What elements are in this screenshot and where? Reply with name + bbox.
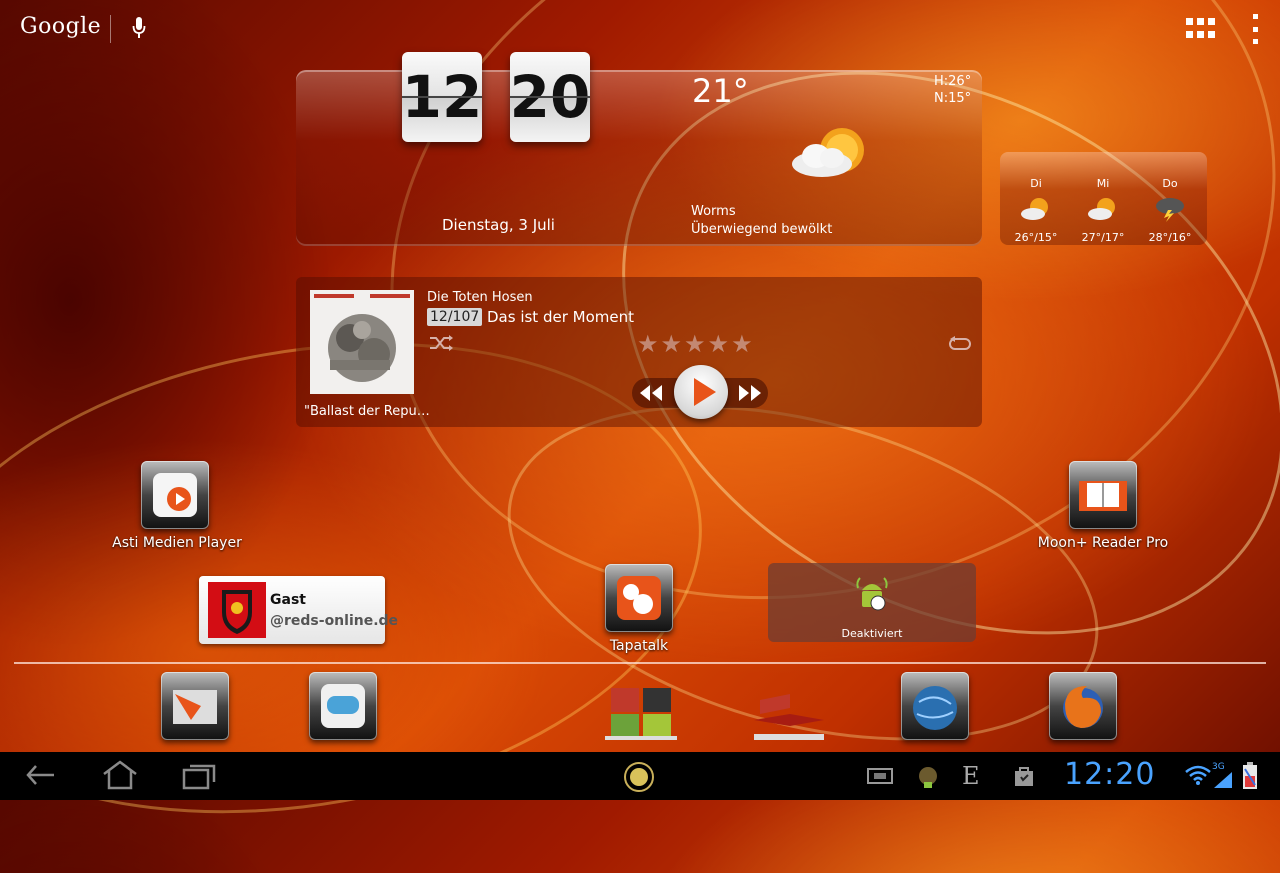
- star-icon[interactable]: ★: [637, 330, 661, 358]
- contact-handle: @reds-online.de: [270, 613, 399, 629]
- ebay-notification-icon[interactable]: E: [962, 762, 990, 790]
- signal-icon: [1214, 772, 1232, 788]
- forecast-temps: 27°/17°: [1081, 231, 1125, 244]
- thunderstorm-icon: [1153, 196, 1187, 222]
- high-temperature: H:26°: [934, 74, 972, 89]
- globe-icon[interactable]: [901, 672, 969, 740]
- app-label: Moon+ Reader Pro: [1037, 535, 1169, 551]
- artist-name: Die Toten Hosen: [427, 290, 533, 305]
- all-apps-icon[interactable]: [1186, 18, 1216, 40]
- android-clock-icon: [852, 572, 892, 616]
- app-label: Asti Medien Player: [112, 535, 242, 551]
- rating-stars[interactable]: ★★★★★: [637, 330, 755, 358]
- clock-weather-widget[interactable]: [296, 70, 982, 246]
- album-art[interactable]: [310, 290, 414, 394]
- home-icon[interactable]: [100, 758, 140, 792]
- partly-cloudy-icon: [1086, 196, 1120, 222]
- repeat-icon[interactable]: [946, 333, 974, 355]
- partly-cloudy-icon: [786, 124, 876, 184]
- current-temperature: 21°: [692, 72, 749, 110]
- star-icon[interactable]: ★: [661, 330, 685, 358]
- recent-apps-icon[interactable]: [182, 762, 218, 790]
- partly-cloudy-icon: [1019, 196, 1053, 222]
- mic-icon[interactable]: [132, 16, 146, 40]
- market-notification-icon[interactable]: [1012, 764, 1036, 788]
- weather-condition: Überwiegend bewölkt: [691, 222, 833, 237]
- city-name: Worms: [691, 204, 736, 219]
- album-title: "Ballast der Repu…: [304, 404, 430, 419]
- shuffle-icon[interactable]: [428, 333, 454, 353]
- track-number-badge: 12/107: [427, 308, 483, 326]
- star-icon[interactable]: ★: [731, 330, 755, 358]
- overflow-menu-icon[interactable]: [1250, 14, 1260, 44]
- launcher-ring-icon[interactable]: [622, 760, 656, 794]
- status-clock[interactable]: 12:20: [1064, 757, 1155, 792]
- screenshot-notification-icon[interactable]: [866, 766, 894, 786]
- stacks-icon[interactable]: [750, 690, 828, 744]
- messaging-app-icon[interactable]: [309, 672, 377, 740]
- weather-location: Worms Überwiegend bewölkt: [691, 203, 832, 239]
- asti-media-player-icon[interactable]: [141, 461, 209, 529]
- firefox-icon[interactable]: [1049, 672, 1117, 740]
- track-title: Das ist der Moment: [487, 308, 634, 326]
- clock-minute: 20: [510, 52, 590, 142]
- star-icon[interactable]: ★: [708, 330, 732, 358]
- app-label: Tapatalk: [609, 638, 669, 654]
- clock-hour: 12: [402, 52, 482, 142]
- tapatalk-icon[interactable]: [605, 564, 673, 632]
- forecast-day: Do: [1162, 177, 1178, 190]
- play-button[interactable]: [674, 365, 728, 419]
- dock-divider: [14, 662, 1266, 664]
- network-type-label: 3G: [1212, 762, 1225, 772]
- app-notification-icon[interactable]: [916, 764, 940, 790]
- rewind-icon[interactable]: [636, 381, 666, 405]
- search-divider: [110, 15, 111, 43]
- toggle-status-label: Deaktiviert: [841, 627, 903, 640]
- fast-forward-icon[interactable]: [735, 381, 765, 405]
- forecast-day: Di: [1030, 177, 1042, 190]
- star-icon[interactable]: ★: [684, 330, 708, 358]
- moon-reader-icon[interactable]: [1069, 461, 1137, 529]
- low-temperature: N:15°: [934, 91, 972, 106]
- forecast-temps: 26°/15°: [1014, 231, 1058, 244]
- contact-name: Gast: [270, 592, 306, 608]
- map-app-icon[interactable]: [161, 672, 229, 740]
- forecast-temps: 28°/16°: [1148, 231, 1192, 244]
- forecast-day: Mi: [1096, 177, 1110, 190]
- folder-icon[interactable]: [603, 684, 679, 742]
- date-label: Dienstag, 3 Juli: [442, 216, 555, 234]
- google-search-button[interactable]: Google: [20, 14, 101, 39]
- wifi-icon: [1184, 764, 1212, 786]
- contact-avatar: [208, 582, 266, 638]
- high-low-temperature: H:26° N:15°: [934, 73, 971, 107]
- back-icon[interactable]: [24, 760, 58, 790]
- battery-icon: [1242, 762, 1258, 790]
